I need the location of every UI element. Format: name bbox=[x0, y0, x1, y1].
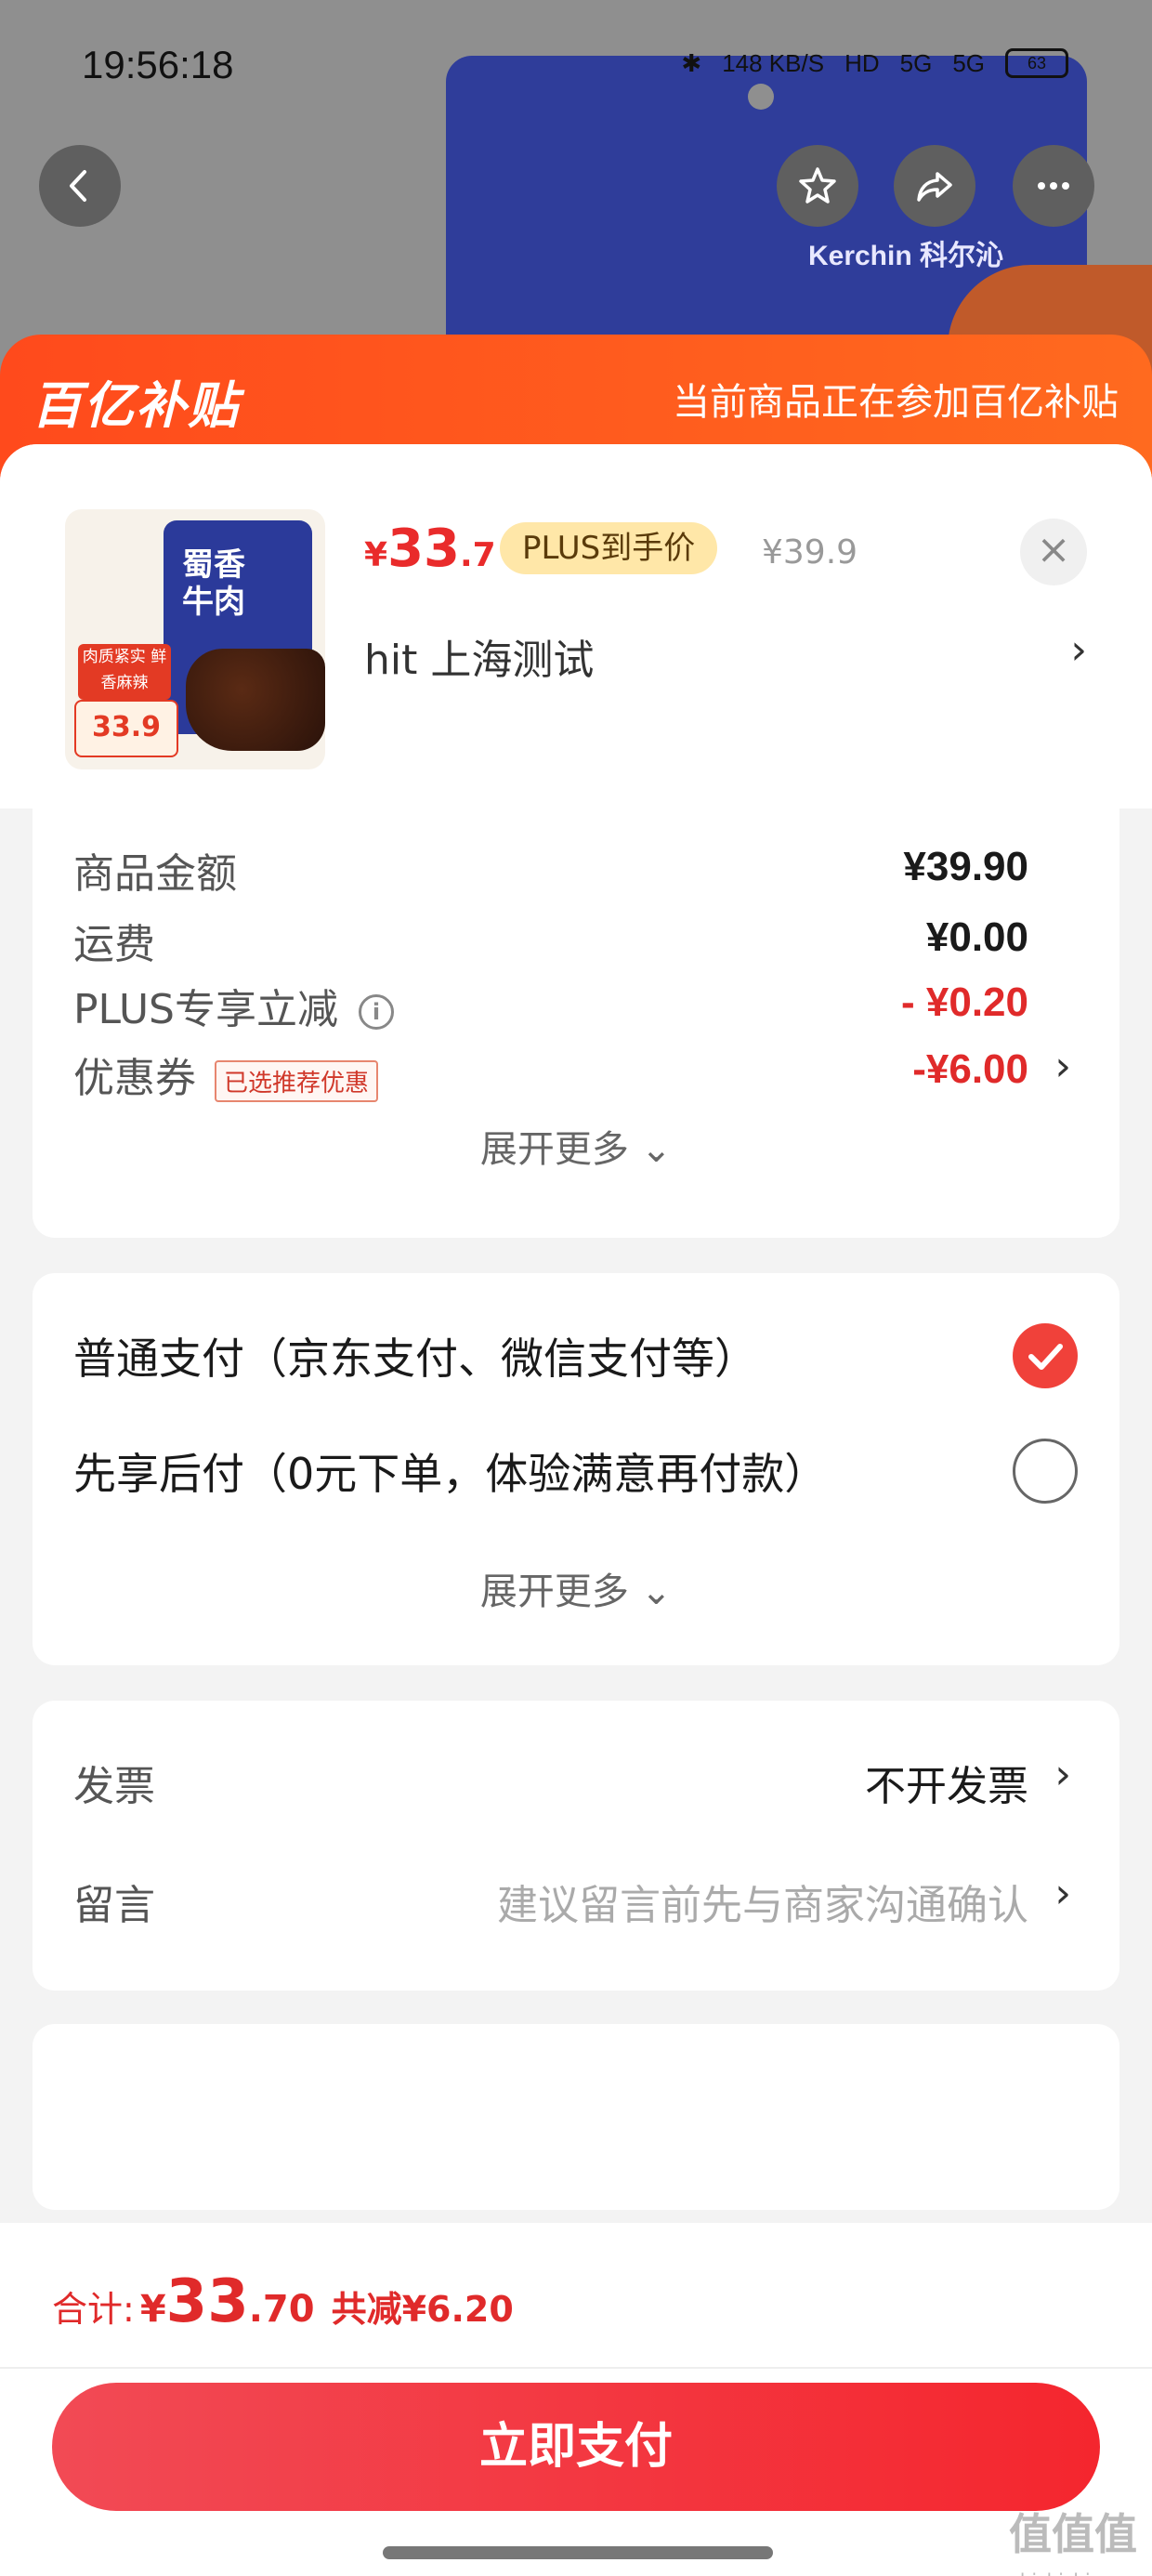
payment-expand-more[interactable]: 展开更多 ⌄ bbox=[33, 1561, 1119, 1615]
back-button[interactable] bbox=[39, 145, 121, 227]
invoice-value[interactable]: 不开发票 bbox=[865, 1753, 1028, 1812]
price-integer: 33 bbox=[387, 519, 460, 579]
plus-discount-row: PLUS专享立减 i bbox=[73, 976, 394, 1035]
pay-later-label[interactable]: 先享后付（0元下单，体验满意再付款） bbox=[73, 1440, 827, 1502]
share-button[interactable] bbox=[894, 145, 975, 227]
normal-payment-label[interactable]: 普通支付（京东支付、微信支付等） bbox=[73, 1325, 757, 1387]
status-bar: 19:56:18 ✱ 148 KB/S HD 5G 5G 63 bbox=[0, 0, 1152, 130]
signal-icon-1: 5G bbox=[899, 48, 933, 77]
coupon-row[interactable]: 优惠券 已选推荐优惠 bbox=[73, 1045, 379, 1104]
close-button[interactable]: × bbox=[1020, 519, 1087, 585]
status-time: 19:56:18 bbox=[82, 43, 234, 86]
invoice-label: 发票 bbox=[73, 1763, 155, 1810]
total-label: 合计: bbox=[52, 2289, 135, 2330]
chevron-right-icon[interactable]: › bbox=[1070, 626, 1087, 674]
plus-discount-label: PLUS专享立减 bbox=[73, 986, 338, 1033]
watermark-sub: zhizhizhi.com bbox=[1009, 2557, 1137, 2576]
net-speed: 148 KB/S bbox=[722, 48, 825, 77]
shipping-value: ¥0.00 bbox=[925, 914, 1028, 960]
favorite-button[interactable] bbox=[777, 145, 858, 227]
product-header: 蜀香牛肉 肉质紧实 鲜香麻辣 33.9 ¥ 33 .7 PLUS到手价 ¥39.… bbox=[0, 444, 1152, 808]
star-icon bbox=[799, 167, 836, 204]
total-decimal: .70 bbox=[248, 2288, 315, 2331]
watermark: 值值值 zhizhizhi.com bbox=[1009, 2511, 1137, 2576]
product-spec[interactable]: hit 上海测试 bbox=[364, 626, 594, 686]
total-saving: 共减¥6.20 bbox=[331, 2289, 514, 2330]
chevron-right-icon[interactable]: › bbox=[1054, 1043, 1071, 1090]
order-total: 合计: ¥ 33 .70 共减¥6.20 bbox=[52, 2267, 514, 2336]
price-decimal: .7 bbox=[460, 536, 496, 574]
subsidy-logo: 百亿补贴 bbox=[32, 376, 240, 435]
goods-amount-label: 商品金额 bbox=[73, 850, 237, 898]
goods-amount-value: ¥39.90 bbox=[903, 844, 1028, 889]
price-summary-card: 商品金额 ¥39.90 运费 ¥0.00 PLUS专享立减 i - ¥0.20 优… bbox=[33, 808, 1119, 1238]
plus-discount-value: - ¥0.20 bbox=[901, 979, 1028, 1025]
share-icon bbox=[917, 172, 952, 202]
message-input[interactable]: 建议留言前先与商家沟通确认 bbox=[497, 1872, 1028, 1931]
shipping-label: 运费 bbox=[73, 921, 155, 968]
chevron-left-icon bbox=[70, 170, 86, 202]
next-card-peek bbox=[33, 2024, 1119, 2210]
pay-later-radio[interactable] bbox=[1013, 1439, 1078, 1504]
total-integer: 33 bbox=[165, 2267, 249, 2336]
bluetooth-icon: ✱ bbox=[681, 48, 702, 77]
coupon-label: 优惠券 bbox=[73, 1055, 196, 1102]
chevron-right-icon[interactable]: › bbox=[1054, 1751, 1071, 1798]
thumb-price: 33.9 bbox=[74, 700, 178, 757]
plus-price-badge: PLUS到手价 bbox=[500, 522, 718, 574]
coupon-value: -¥6.00 bbox=[912, 1046, 1028, 1092]
message-label: 留言 bbox=[73, 1882, 155, 1929]
more-button[interactable] bbox=[1013, 145, 1094, 227]
extras-card: 发票 不开发票 › 留言 建议留言前先与商家沟通确认 › bbox=[33, 1701, 1119, 1991]
home-indicator[interactable] bbox=[383, 2546, 773, 2559]
divider bbox=[0, 2367, 1152, 2369]
normal-payment-radio[interactable] bbox=[1013, 1323, 1078, 1388]
price-currency: ¥ bbox=[364, 536, 388, 574]
summary-expand-more[interactable]: 展开更多 ⌄ bbox=[33, 1119, 1119, 1173]
status-icons: ✱ 148 KB/S HD 5G 5G 63 bbox=[681, 48, 1068, 78]
chevron-right-icon[interactable]: › bbox=[1054, 1870, 1071, 1917]
hd-icon: HD bbox=[844, 48, 880, 77]
thumb-title: 蜀香牛肉 bbox=[182, 546, 245, 621]
subsidy-message: 当前商品正在参加百亿补贴 bbox=[673, 381, 1119, 424]
product-thumbnail[interactable]: 蜀香牛肉 肉质紧实 鲜香麻辣 33.9 bbox=[65, 509, 325, 769]
total-currency: ¥ bbox=[139, 2288, 166, 2331]
pay-now-button[interactable]: 立即支付 bbox=[52, 2383, 1100, 2511]
more-icon bbox=[1038, 182, 1069, 190]
payment-method-card: 普通支付（京东支付、微信支付等） 先享后付（0元下单，体验满意再付款） 展开更多… bbox=[33, 1273, 1119, 1665]
beef-image bbox=[186, 649, 325, 751]
thumb-tag: 肉质紧实 鲜香麻辣 bbox=[78, 644, 171, 700]
product-price: ¥ 33 .7 bbox=[364, 519, 496, 579]
bottom-bar: 合计: ¥ 33 .70 共减¥6.20 立即支付 值值值 zhizhizhi.… bbox=[0, 2223, 1152, 2576]
signal-icon-2: 5G bbox=[952, 48, 985, 77]
check-icon bbox=[1028, 1344, 1063, 1370]
battery-icon: 63 bbox=[1005, 48, 1068, 78]
original-price: ¥39.9 bbox=[762, 533, 858, 572]
background-brand: Kerchin 科尔沁 bbox=[807, 241, 1003, 271]
watermark-text: 值值值 bbox=[1009, 2509, 1137, 2559]
coupon-tag: 已选推荐优惠 bbox=[215, 1059, 379, 1102]
info-icon[interactable]: i bbox=[359, 994, 394, 1030]
